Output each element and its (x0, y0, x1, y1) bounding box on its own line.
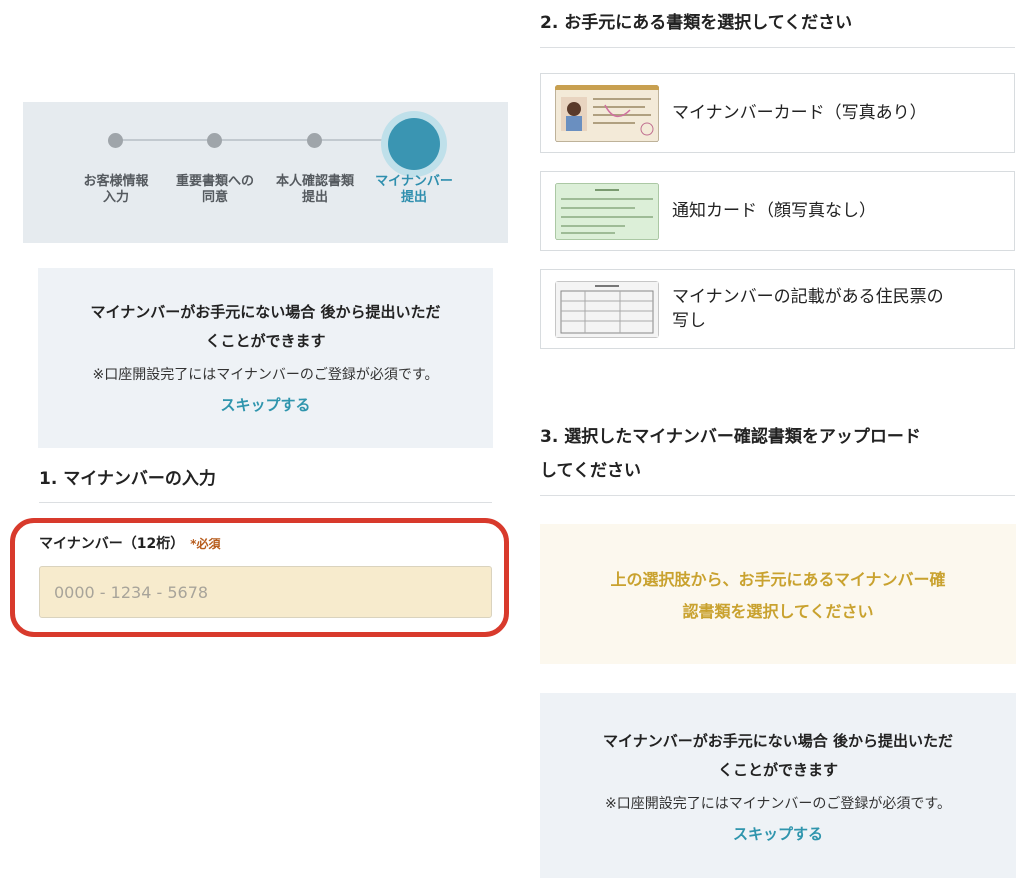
progress-stepper: お客様情報 入力 重要書類への 同意 本人確認書類 提出 マイナンバー 提出 (23, 102, 508, 243)
section-1-title: 1. マイナンバーの入力 (39, 469, 216, 489)
step-label: お客様情報 入力 (83, 174, 149, 205)
mynumber-input[interactable] (39, 566, 492, 618)
notice-note: ※口座開設完了にはマイナンバーのご登録が必須です。 (92, 367, 439, 383)
doc-option-label: マイナンバーカード（写真あり） (672, 103, 927, 123)
resident-record-thumbnail (555, 281, 659, 338)
section-divider (540, 495, 1015, 496)
step-mynumber-current: マイナンバー 提出 (359, 102, 469, 243)
step-id-document: 本人確認書類 提出 (260, 102, 370, 243)
mynumber-field-label: マイナンバー（12桁） *必須 (39, 533, 220, 553)
skip-link[interactable]: スキップする (540, 823, 1016, 844)
required-mark: *必須 (190, 537, 221, 551)
section-divider (540, 47, 1015, 48)
notice-message: マイナンバーがお手元にない場合 後から提出いただ くことができます (90, 303, 441, 350)
skip-notice-bottom: マイナンバーがお手元にない場合 後から提出いただ くことができます ※口座開設完… (540, 693, 1016, 878)
skip-link[interactable]: スキップする (38, 394, 493, 415)
doc-option-resident-record[interactable]: マイナンバーの記載がある住民票の 写し (540, 269, 1015, 349)
section-2-title: 2. お手元にある書類を選択してください (540, 13, 853, 33)
notification-card-thumbnail (555, 183, 659, 240)
section-divider (39, 502, 492, 503)
step-label: 重要書類への 同意 (175, 174, 254, 205)
step-dot (207, 133, 222, 148)
upload-hint: 上の選択肢から、お手元にあるマイナンバー確 認書類を選択してください (540, 524, 1016, 664)
doc-option-mynumber-card[interactable]: マイナンバーカード（写真あり） (540, 73, 1015, 153)
step-dot (307, 133, 322, 148)
mynumber-card-thumbnail (555, 85, 659, 142)
step-customer-info: お客様情報 入力 (61, 102, 171, 243)
doc-option-notification-card[interactable]: 通知カード（顔写真なし） (540, 171, 1015, 251)
notice-note: ※口座開設完了にはマイナンバーのご登録が必須です。 (604, 796, 952, 812)
step-dot (108, 133, 123, 148)
section-3-title: 3. 選択したマイナンバー確認書類をアップロード してください (540, 427, 921, 481)
step-dot-active (388, 118, 440, 170)
field-label-text: マイナンバー（12桁） (39, 536, 185, 552)
step-label: マイナンバー 提出 (375, 174, 453, 205)
step-document-consent: 重要書類への 同意 (160, 102, 270, 243)
notice-message: マイナンバーがお手元にない場合 後から提出いただ くことができます (603, 732, 953, 779)
doc-option-label: マイナンバーの記載がある住民票の 写し (672, 287, 944, 331)
skip-notice-top: マイナンバーがお手元にない場合 後から提出いただ くことができます ※口座開設完… (38, 268, 493, 448)
step-label: 本人確認書類 提出 (275, 174, 354, 205)
doc-option-label: 通知カード（顔写真なし） (672, 201, 876, 221)
